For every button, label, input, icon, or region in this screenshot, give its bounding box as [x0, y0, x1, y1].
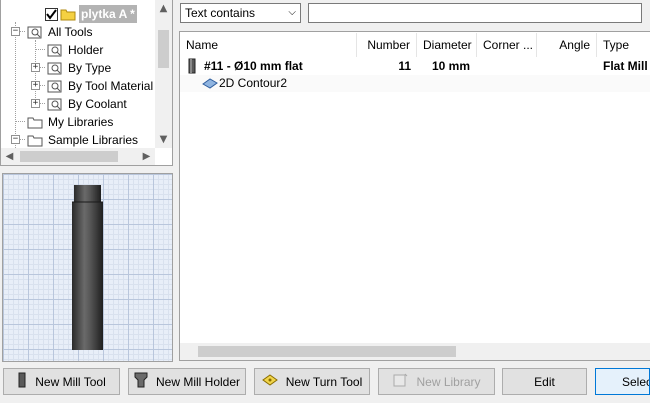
expander-collapsed-icon[interactable]: + — [31, 81, 40, 90]
tool-preview — [2, 173, 173, 362]
expander-collapsed-icon[interactable]: + — [31, 99, 40, 108]
folder-icon — [27, 115, 43, 129]
select-button[interactable]: Select — [595, 368, 650, 395]
chevron-down-icon: ⌵ — [288, 7, 296, 18]
tree-item-label: plytka A * — [79, 5, 137, 23]
tree-item-label: All Tools — [48, 25, 93, 39]
search-folder-icon — [47, 79, 63, 93]
tree-item-plytka-a[interactable]: plytka A * — [45, 5, 137, 23]
flat-mill-tool-icon — [72, 185, 103, 350]
checkbox-checked-icon[interactable] — [45, 7, 58, 21]
tree-item-label: Holder — [68, 43, 104, 57]
mill-tool-icon — [17, 372, 27, 391]
button-label: Edit — [534, 374, 555, 389]
button-label: Select — [622, 374, 649, 389]
tool-table[interactable]: Name Number Diameter Corner ... Angle Ty… — [179, 31, 650, 361]
table-horizontal-scrollbar[interactable] — [180, 343, 650, 360]
expander-expanded-icon[interactable]: − — [11, 135, 20, 144]
scroll-thumb[interactable] — [20, 151, 118, 162]
library-folder-icon — [60, 7, 76, 21]
search-input[interactable] — [309, 4, 641, 22]
operation-name: 2D Contour2 — [219, 76, 288, 90]
button-label: New Turn Tool — [285, 374, 363, 389]
library-icon — [392, 373, 408, 390]
column-header-corner[interactable]: Corner ... — [477, 33, 537, 57]
column-header-angle[interactable]: Angle — [537, 33, 597, 57]
scroll-thumb[interactable] — [158, 30, 169, 68]
column-header-diameter[interactable]: Diameter — [417, 33, 477, 57]
tree-item-label: Sample Libraries — [48, 133, 139, 147]
new-library-button[interactable]: New Library — [378, 368, 495, 395]
table-row[interactable]: #11 - Ø10 mm flat 11 10 mm Flat Mill — [180, 58, 650, 75]
contour-operation-icon — [202, 77, 218, 93]
tree-item-label: By Coolant — [68, 97, 127, 111]
tree-item-holder[interactable]: Holder — [47, 41, 105, 59]
tree-horizontal-scrollbar[interactable]: ◀ ▶ — [1, 148, 155, 165]
tree-item-label: By Type — [68, 61, 112, 75]
tree-item-sample-libraries[interactable]: Sample Libraries — [27, 131, 140, 149]
tool-diameter: 10 mm — [432, 59, 471, 73]
new-mill-holder-button[interactable]: New Mill Holder — [128, 368, 246, 395]
search-folder-icon — [47, 61, 63, 75]
scroll-up-icon[interactable]: ▲ — [155, 0, 172, 17]
expander-collapsed-icon[interactable]: + — [31, 63, 40, 72]
button-label: New Mill Holder — [155, 374, 241, 389]
column-header-type[interactable]: Type — [597, 33, 650, 57]
search-field[interactable] — [308, 3, 642, 23]
expander-expanded-icon[interactable]: − — [11, 27, 20, 36]
tree-item-all-tools[interactable]: All Tools — [27, 23, 94, 41]
tree-item-by-tool-material[interactable]: By Tool Material — [47, 77, 155, 95]
scroll-down-icon[interactable]: ▼ — [155, 131, 172, 148]
button-label: New Mill Tool — [35, 374, 106, 389]
folder-icon — [27, 133, 43, 147]
turn-tool-icon — [261, 374, 278, 389]
tree-item-label: My Libraries — [48, 115, 114, 129]
filter-mode-value: Text contains — [185, 6, 256, 20]
library-tree[interactable]: plytka A * − All Tools Holder + By Type … — [0, 0, 173, 166]
table-row[interactable]: 2D Contour2 — [180, 75, 650, 92]
new-turn-tool-button[interactable]: New Turn Tool — [254, 368, 370, 395]
search-folder-icon — [27, 25, 43, 39]
scroll-left-icon[interactable]: ◀ — [1, 148, 18, 165]
tool-type: Flat Mill — [603, 59, 648, 73]
column-header-number[interactable]: Number — [357, 33, 417, 57]
tree-item-by-coolant[interactable]: By Coolant — [47, 95, 129, 113]
scroll-thumb[interactable] — [198, 346, 456, 357]
tree-item-by-type[interactable]: By Type — [47, 59, 113, 77]
search-folder-icon — [47, 97, 63, 111]
search-folder-icon — [47, 43, 63, 57]
column-header-name[interactable]: Name — [180, 33, 357, 57]
edit-button[interactable]: Edit — [502, 368, 587, 395]
button-label: New Library — [416, 374, 481, 389]
mill-holder-icon — [134, 372, 148, 391]
scroll-right-icon[interactable]: ▶ — [138, 148, 155, 165]
tree-vertical-scrollbar[interactable]: ▲ ▼ — [155, 0, 172, 148]
tree-item-label: By Tool Material — [68, 79, 154, 93]
tool-name: #11 - Ø10 mm flat — [204, 59, 303, 73]
filter-mode-select[interactable]: Text contains ⌵ — [180, 3, 301, 23]
tree-item-my-libraries[interactable]: My Libraries — [27, 113, 115, 131]
new-mill-tool-button[interactable]: New Mill Tool — [3, 368, 120, 395]
tool-number: 11 — [398, 59, 411, 73]
